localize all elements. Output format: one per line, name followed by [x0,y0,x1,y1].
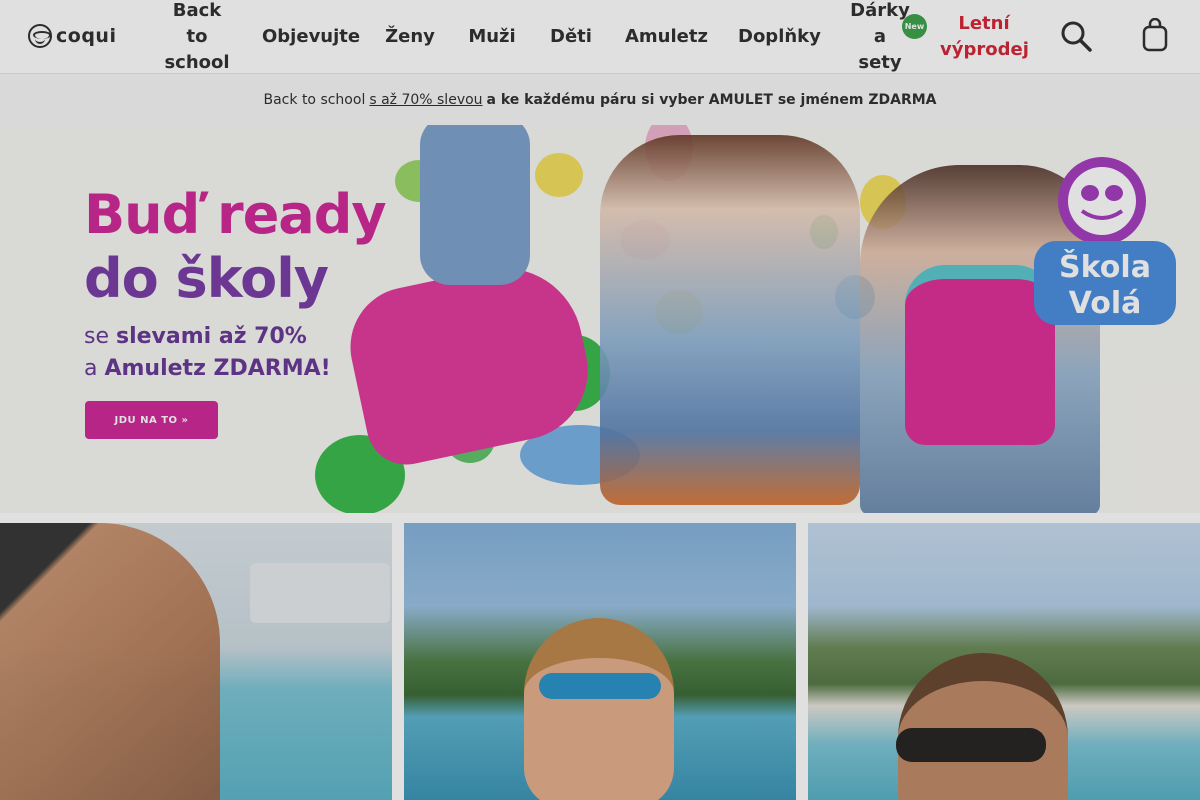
nav-letni-vyprodej[interactable]: Letní výprodej [940,11,1029,63]
kids-image [600,135,860,505]
skola-vola-badge-icon: Škola Volá [1034,157,1176,325]
hero-sub-1-bold: slevami až 70% [116,324,307,349]
nav-zeny[interactable]: Ženy [384,24,436,50]
hero-banner[interactable]: Buď ready do školy se slevami až 70% a A… [0,125,1200,513]
site-header: coqui Back to school Objevujte Ženy Muži… [0,0,1200,74]
nav-darky-a-sety[interactable]: Dárky a sety [848,0,912,76]
hero-sub-1-pre: se [84,324,116,349]
hero-cta-button[interactable]: JDU NA TO » [85,401,218,439]
vola-text: Volá [1069,286,1142,321]
nav-muzi[interactable]: Muži [466,24,518,50]
promo-discount-link[interactable]: s až 70% slevou [369,92,482,108]
coqui-logo[interactable]: coqui [28,24,116,48]
new-badge: New [902,14,927,39]
woman-legs-image [0,523,220,800]
hero-subtitle: se slevami až 70% a Amuletz ZDARMA! [84,321,331,385]
tile-men[interactable] [808,523,1200,800]
promo-lead-text: Back to school [263,91,366,108]
nav-doplnky[interactable]: Doplňky [738,24,821,50]
decor-dot [535,153,583,197]
sunglasses-image [896,728,1046,762]
nav-deti[interactable]: Děti [548,24,594,50]
man-head-image [898,653,1068,800]
tile-kids[interactable] [404,523,796,800]
hero-title-line-1: Buď ready [84,183,387,246]
search-icon[interactable] [1060,20,1092,52]
frog-logo-icon [28,24,52,48]
nav-objevujte[interactable]: Objevujte [262,24,360,50]
hero-title: Buď ready do školy [84,183,387,311]
nav-back-to-school[interactable]: Back to school [162,0,232,76]
hero-sub-2-bold: Amuletz ZDARMA! [104,356,331,381]
boy-head-image [524,618,674,800]
legs-image [420,125,530,285]
promo-rest-text: a ke každému páru si vyber AMULET se jmé… [486,91,937,108]
logo-text: coqui [56,25,117,47]
hero-sub-2-pre: a [84,356,105,381]
promo-bar: Back to school s až 70% slevou a ke každ… [0,74,1200,125]
nav-amuletz[interactable]: Amuletz [625,24,708,50]
hero-title-line-2: do školy [84,247,329,310]
skola-text: Škola [1059,248,1151,285]
tile-women[interactable] [0,523,392,800]
swim-goggles-image [539,673,661,699]
shopping-bag-icon[interactable] [1140,18,1170,52]
pool-lounger-image [250,563,390,623]
